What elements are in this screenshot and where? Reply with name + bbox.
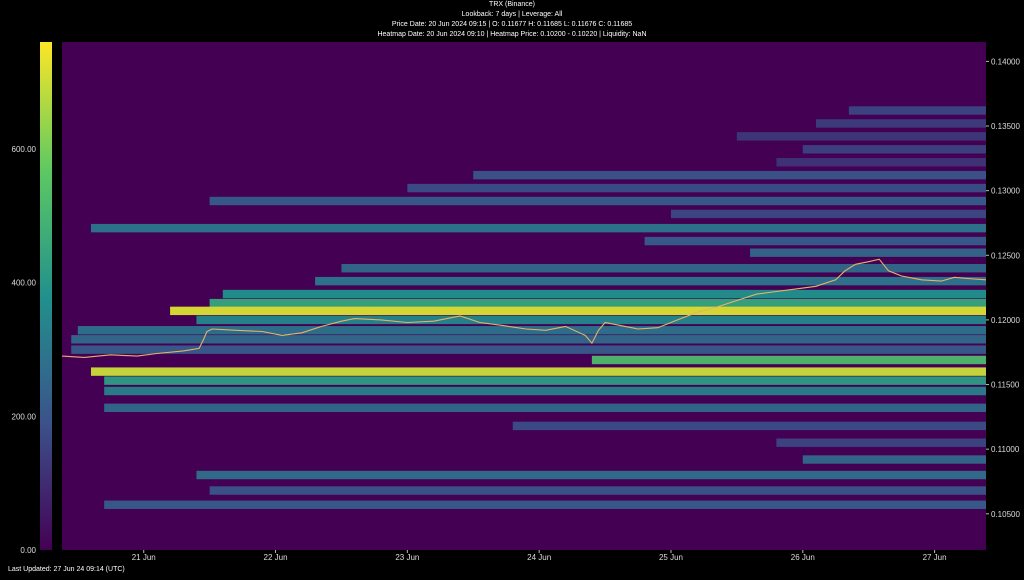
liquidity-band (670, 209, 986, 219)
colorbar (40, 42, 52, 550)
liquidity-band (776, 438, 986, 447)
liquidity-band (802, 145, 986, 154)
colorbar-tick-label: 400.00 (12, 279, 37, 288)
x-tick-label: 27 Jun (923, 553, 947, 562)
y-tick-label: 0.11000 (991, 445, 1020, 454)
liquidity-band (802, 455, 986, 464)
liquidity-band (104, 386, 986, 396)
last-updated: Last Updated: 27 Jun 24 09:14 (UTC) (8, 566, 125, 573)
liquidity-band (644, 236, 986, 246)
liquidity-band (71, 345, 986, 354)
x-tick-label: 26 Jun (791, 553, 815, 562)
y-tick-label: 0.13000 (991, 187, 1020, 196)
x-tick-label: 24 Jun (527, 553, 551, 562)
liquidity-band (90, 367, 986, 376)
liquidity-band (209, 298, 986, 308)
liquidity-band (104, 500, 986, 509)
liquidity-band (848, 106, 986, 115)
liquidity-band (104, 376, 986, 385)
liquidity-band (315, 276, 986, 286)
y-tick-label: 0.10500 (991, 510, 1020, 519)
liquidity-band (209, 486, 986, 495)
liquidity-band (209, 196, 986, 206)
liquidity-band (77, 326, 986, 335)
liquidity-band (736, 132, 986, 141)
liquidity-band (776, 158, 986, 167)
colorbar-tick-label: 600.00 (12, 145, 37, 154)
y-tick-label: 0.11500 (991, 381, 1020, 390)
x-axis-ticks: 21 Jun 22 Jun 23 Jun 24 Jun 25 Jun 26 Jun 27 J… (132, 550, 947, 562)
x-tick-label: 21 Jun (132, 553, 156, 562)
liquidity-band (222, 289, 986, 299)
colorbar-tick-label: 0.00 (20, 546, 36, 555)
y-axis-ticks: 0.14000 0.13500 0.13000 0.12500 0.12000 0.115… (986, 57, 1020, 519)
liquidity-band (90, 223, 986, 233)
liquidity-band (815, 119, 986, 128)
y-tick-label: 0.13500 (991, 122, 1020, 131)
liquidity-band (512, 421, 986, 431)
liquidity-band (591, 355, 986, 365)
liquidity-band (71, 335, 986, 344)
liquidity-band (407, 183, 986, 193)
liquidity-band (750, 248, 986, 257)
y-tick-label: 0.14000 (991, 57, 1020, 66)
liquidity-band (196, 470, 986, 480)
colorbar-tick-label: 200.00 (12, 412, 37, 421)
liquidation-heatmap-chart[interactable]: 0.00200.00400.00600.00 0.140000.135000.1… (0, 0, 1024, 580)
x-tick-label: 25 Jun (659, 553, 683, 562)
liquidity-band (196, 315, 986, 325)
liquidity-band (104, 403, 986, 413)
liquidity-band (473, 170, 986, 180)
y-tick-label: 0.12000 (991, 316, 1020, 325)
liquidity-band (170, 306, 986, 316)
y-tick-label: 0.12500 (991, 251, 1020, 260)
colorbar-ticks: 0.00 200.00 400.00 600.00 (12, 145, 37, 555)
x-tick-label: 23 Jun (395, 553, 419, 562)
x-tick-label: 22 Jun (264, 553, 288, 562)
